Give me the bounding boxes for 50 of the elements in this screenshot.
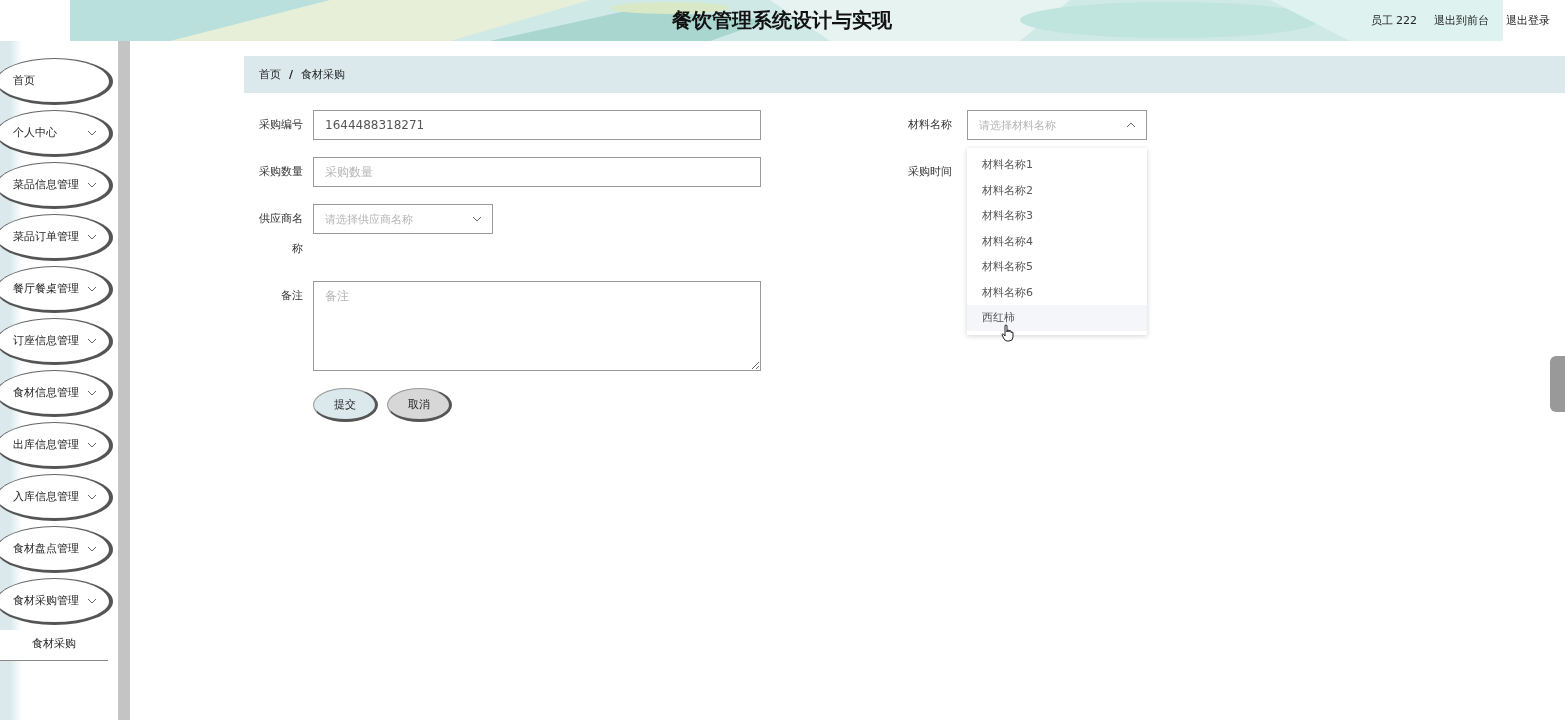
chevron-icon <box>87 337 97 344</box>
breadcrumb-separator: / <box>289 68 294 81</box>
submit-button[interactable]: 提交 <box>313 388 378 422</box>
text-field[interactable]: 采购数量 <box>313 157 761 187</box>
breadcrumb-link[interactable]: 食材采购 <box>301 67 346 82</box>
submenu-item[interactable]: 食材采购 <box>0 630 108 661</box>
field-label: 采购数量 <box>258 164 303 180</box>
remark-field[interactable]: 备注 <box>313 281 761 371</box>
sidebar-item[interactable]: 菜品订单管理 <box>0 214 113 261</box>
sidebar-item[interactable]: 食材信息管理 <box>0 370 113 417</box>
app-title: 餐饮管理系统设计与实现 <box>672 7 892 34</box>
chevron-icon <box>87 129 97 136</box>
field-label: 采购时间 <box>908 164 953 180</box>
sidebar-item[interactable]: 菜品信息管理 <box>0 162 113 209</box>
chevron-icon <box>87 545 97 552</box>
header-link[interactable]: 退出到前台 <box>1434 13 1489 28</box>
sidebar-item[interactable]: 个人中心 <box>0 110 113 157</box>
chevron-icon <box>87 493 97 500</box>
chevron-icon <box>87 181 97 188</box>
sidebar-item[interactable]: 入库信息管理 <box>0 474 113 521</box>
text-field[interactable]: 1644488318271 <box>313 110 761 140</box>
field-label: 供应商名称 <box>258 211 303 257</box>
dropdown-option[interactable]: 材料名称5 <box>967 254 1147 280</box>
chevron-icon <box>472 216 482 222</box>
field-label: 材料名称 <box>908 117 953 133</box>
sidebar-item[interactable]: 食材盘点管理 <box>0 526 113 573</box>
field-label: 备注 <box>280 288 303 304</box>
chevron-icon <box>87 597 97 604</box>
chevron-icon <box>1126 122 1136 128</box>
dropdown-option[interactable]: 材料名称3 <box>967 203 1147 229</box>
cancel-button[interactable]: 取消 <box>387 388 452 422</box>
dropdown-option[interactable]: 材料名称1 <box>967 152 1147 178</box>
chevron-icon <box>87 233 97 240</box>
dropdown-option[interactable]: 西红柿 <box>967 305 1147 331</box>
dropdown-option[interactable]: 材料名称4 <box>967 228 1147 254</box>
sidebar-item[interactable]: 食材采购管理 <box>0 578 113 625</box>
chevron-icon <box>87 441 97 448</box>
field-label: 采购编号 <box>258 117 303 133</box>
sidebar-item[interactable]: 首页 <box>0 58 113 105</box>
side-tab[interactable] <box>1550 356 1565 412</box>
dropdown-option[interactable]: 材料名称2 <box>967 177 1147 203</box>
chevron-icon <box>87 285 97 292</box>
breadcrumb-link[interactable]: 首页 <box>259 67 281 82</box>
user-label: 员工 222 <box>1370 13 1417 28</box>
chevron-icon <box>87 389 97 396</box>
dropdown-option[interactable]: 材料名称6 <box>967 279 1147 305</box>
sidebar-item[interactable]: 订座信息管理 <box>0 318 113 365</box>
sidebar-item[interactable]: 餐厅餐桌管理 <box>0 266 113 313</box>
sidebar-item[interactable]: 出库信息管理 <box>0 422 113 469</box>
header-link[interactable]: 退出登录 <box>1506 13 1550 28</box>
